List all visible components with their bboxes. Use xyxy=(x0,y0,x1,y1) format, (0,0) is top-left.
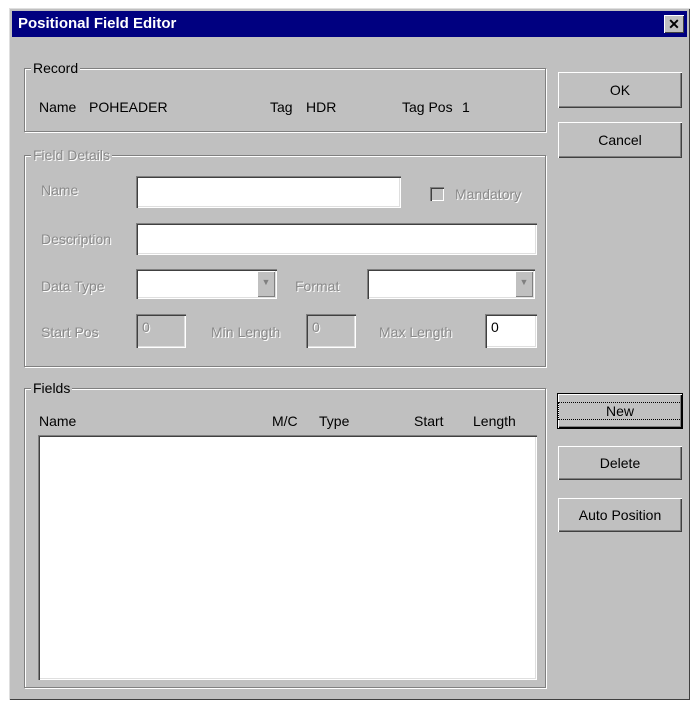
field-name-label: Name xyxy=(41,182,79,198)
mandatory-checkbox[interactable] xyxy=(430,187,444,201)
description-label: Description xyxy=(41,231,112,247)
fields-list[interactable] xyxy=(38,435,537,680)
data-type-label: Data Type xyxy=(41,278,105,294)
record-tagpos-value: 1 xyxy=(462,99,470,115)
field-details-group-label: Field Details xyxy=(31,147,113,163)
chevron-down-icon[interactable]: ▼ xyxy=(515,271,533,297)
start-pos-input[interactable]: 0 xyxy=(136,314,186,348)
new-button-label: New xyxy=(558,402,682,420)
format-select[interactable]: ▼ xyxy=(367,269,535,299)
ok-button[interactable]: OK xyxy=(558,72,682,108)
close-button[interactable]: ✕ xyxy=(664,15,684,33)
fields-group-label: Fields xyxy=(31,380,73,396)
cancel-button[interactable]: Cancel xyxy=(558,122,682,158)
column-header-mc[interactable]: M/C xyxy=(272,413,298,429)
column-header-start[interactable]: Start xyxy=(414,413,444,429)
delete-button[interactable]: Delete xyxy=(558,446,682,480)
mandatory-label: Mandatory xyxy=(455,186,522,202)
column-header-name[interactable]: Name xyxy=(39,413,76,429)
title-bar: Positional Field Editor ✕ xyxy=(12,11,687,37)
auto-position-button[interactable]: Auto Position xyxy=(558,498,682,532)
fields-group: Fields Name M/C Type Start Length xyxy=(24,380,546,688)
start-pos-label: Start Pos xyxy=(41,324,99,340)
record-tag-label: Tag xyxy=(270,99,293,115)
min-length-input[interactable]: 0 xyxy=(306,314,356,348)
window-title: Positional Field Editor xyxy=(18,15,177,32)
description-input[interactable] xyxy=(136,223,537,255)
format-label: Format xyxy=(295,278,340,294)
record-name-value: POHEADER xyxy=(89,99,168,115)
chevron-down-icon[interactable]: ▼ xyxy=(257,271,275,297)
field-name-input[interactable] xyxy=(136,176,401,208)
record-tagpos-label: Tag Pos xyxy=(402,99,453,115)
data-type-select[interactable]: ▼ xyxy=(136,269,277,299)
new-button[interactable]: New xyxy=(557,393,683,429)
record-group-label: Record xyxy=(31,60,81,76)
close-icon: ✕ xyxy=(668,16,680,32)
column-header-length[interactable]: Length xyxy=(473,413,516,429)
column-header-type[interactable]: Type xyxy=(319,413,349,429)
max-length-label: Max Length xyxy=(379,324,453,340)
min-length-label: Min Length xyxy=(211,324,281,340)
max-length-input[interactable]: 0 xyxy=(485,314,537,348)
positional-field-editor-dialog: Positional Field Editor ✕ Record Name PO… xyxy=(9,8,690,700)
field-details-group: Field Details Name Mandatory Description… xyxy=(24,147,546,367)
record-name-label: Name xyxy=(39,99,77,115)
record-group: Record Name POHEADER Tag HDR Tag Pos 1 xyxy=(24,60,546,132)
record-tag-value: HDR xyxy=(306,99,337,115)
